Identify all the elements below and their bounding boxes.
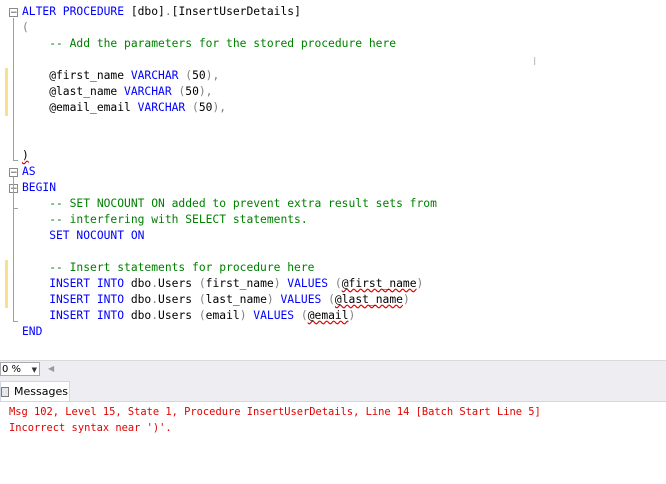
scroll-left-arrow-icon[interactable]: ◀ xyxy=(48,364,54,373)
code-token: last_name xyxy=(205,293,267,306)
code-token: 50 xyxy=(198,101,213,114)
error-message-line-1: Msg 102, Level 15, State 1, Procedure In… xyxy=(9,406,541,418)
code-token: . xyxy=(164,5,172,18)
results-tab-bar: Messages xyxy=(0,379,666,402)
code-token: ), xyxy=(198,85,213,98)
fold-guide xyxy=(13,18,14,160)
code-line[interactable]: ) xyxy=(22,148,29,164)
code-line[interactable]: @first_name VARCHAR (50), xyxy=(22,68,219,84)
code-token: @last_name xyxy=(334,293,403,306)
code-token: -- Add the parameters for the stored pro… xyxy=(22,37,397,50)
tab-messages[interactable]: Messages xyxy=(0,381,70,401)
code-token: SET NOCOUNT ON xyxy=(22,229,145,242)
code-token: ( xyxy=(192,101,199,114)
code-line[interactable]: -- Insert statements for procedure here xyxy=(22,260,314,276)
code-line[interactable]: INSERT INTO dbo.Users (last_name) VALUES… xyxy=(22,292,410,308)
fold-guide-end xyxy=(13,160,18,161)
code-token: END xyxy=(22,325,43,338)
code-token: AS xyxy=(22,165,36,178)
code-line[interactable]: ALTER PROCEDURE [dbo].[InsertUserDetails… xyxy=(22,4,301,20)
chevron-down-icon[interactable]: ▼ xyxy=(32,363,37,377)
code-token: ) xyxy=(266,293,281,306)
code-token: VARCHAR xyxy=(130,69,186,82)
code-token: ( xyxy=(328,293,335,306)
code-token: [InsertUserDetails] xyxy=(171,5,301,18)
code-line[interactable]: END xyxy=(22,324,42,340)
code-token: 50 xyxy=(185,85,199,98)
code-token: BEGIN xyxy=(22,181,57,194)
collapse-icon[interactable]: − xyxy=(9,168,18,178)
change-marker xyxy=(5,68,8,116)
code-line[interactable]: -- interfering with SELECT statements. xyxy=(22,212,308,228)
code-token: email xyxy=(205,309,240,322)
code-line[interactable]: SET NOCOUNT ON xyxy=(22,228,144,244)
code-token: first_name xyxy=(205,277,274,290)
code-token: VALUES xyxy=(280,293,329,306)
code-token: [dbo] xyxy=(130,5,165,18)
code-token: @last_name xyxy=(22,85,125,98)
code-token: INSERT INTO xyxy=(22,293,131,306)
code-token: -- SET NOCOUNT ON added to prevent extra… xyxy=(22,197,437,210)
code-line[interactable]: -- SET NOCOUNT ON added to prevent extra… xyxy=(22,196,437,212)
code-line[interactable]: @email_email VARCHAR (50), xyxy=(22,100,226,116)
query-editor[interactable]: − − − ALTER PROCEDURE [dbo].[InsertUserD… xyxy=(0,0,666,360)
code-token: Users xyxy=(158,309,199,322)
code-token: 50 xyxy=(192,69,206,82)
code-token: dbo xyxy=(130,293,152,306)
code-token: @email xyxy=(307,309,349,322)
code-token: @email_email xyxy=(22,101,138,114)
code-token: dbo xyxy=(130,277,152,290)
code-token: Users xyxy=(158,293,199,306)
zoom-value: 0 % xyxy=(2,364,22,375)
code-token: ) xyxy=(239,309,254,322)
code-token: @first_name xyxy=(341,277,417,290)
code-token: VARCHAR xyxy=(137,101,193,114)
code-line[interactable]: @last_name VARCHAR (50), xyxy=(22,84,212,100)
code-token: ) xyxy=(273,277,288,290)
code-line[interactable]: BEGIN xyxy=(22,180,56,196)
messages-pane[interactable]: Msg 102, Level 15, State 1, Procedure In… xyxy=(0,402,666,484)
code-token: VARCHAR xyxy=(124,85,179,98)
code-token: Users xyxy=(158,277,199,290)
code-token: ) xyxy=(348,309,356,322)
fold-guide-end xyxy=(13,321,18,322)
code-token: ALTER PROCEDURE xyxy=(22,5,131,18)
code-token: ) xyxy=(402,293,410,306)
code-token: ( xyxy=(198,293,206,306)
code-token: INSERT INTO xyxy=(22,277,131,290)
error-message-line-2: Incorrect syntax near ')'. xyxy=(9,422,172,434)
tab-messages-label: Messages xyxy=(14,385,68,398)
code-line[interactable]: ( xyxy=(22,20,29,36)
code-token: ( xyxy=(22,21,29,34)
code-line[interactable]: INSERT INTO dbo.Users (first_name) VALUE… xyxy=(22,276,423,292)
code-token: ( xyxy=(334,277,342,290)
code-token: ( xyxy=(198,309,206,322)
code-token: VALUES xyxy=(287,277,335,290)
fold-guide xyxy=(13,177,14,321)
collapse-icon[interactable]: − xyxy=(9,8,18,18)
code-token: INSERT INTO xyxy=(22,309,131,322)
zoom-select[interactable]: 0 % ▼ xyxy=(0,362,40,376)
change-marker xyxy=(5,260,8,308)
code-token: ) xyxy=(22,149,29,162)
code-line[interactable]: INSERT INTO dbo.Users (email) VALUES (@e… xyxy=(22,308,355,324)
code-token: ) xyxy=(416,277,424,290)
code-line[interactable]: AS xyxy=(22,164,36,180)
messages-icon xyxy=(1,387,9,397)
code-token: -- interfering with SELECT statements. xyxy=(22,213,308,226)
code-token: ), xyxy=(212,101,227,114)
code-token: ), xyxy=(205,69,220,82)
code-token: ( xyxy=(300,309,308,322)
code-token: VALUES xyxy=(253,309,301,322)
text-cursor-icon: I xyxy=(533,55,537,68)
editor-status-bar: 0 % ▼ ◀ xyxy=(0,360,666,379)
code-token: -- Insert statements for procedure here xyxy=(22,261,315,274)
code-token: ( xyxy=(198,277,206,290)
code-line[interactable]: -- Add the parameters for the stored pro… xyxy=(22,36,396,52)
code-token: dbo xyxy=(130,309,152,322)
code-token: @first_name xyxy=(22,69,131,82)
